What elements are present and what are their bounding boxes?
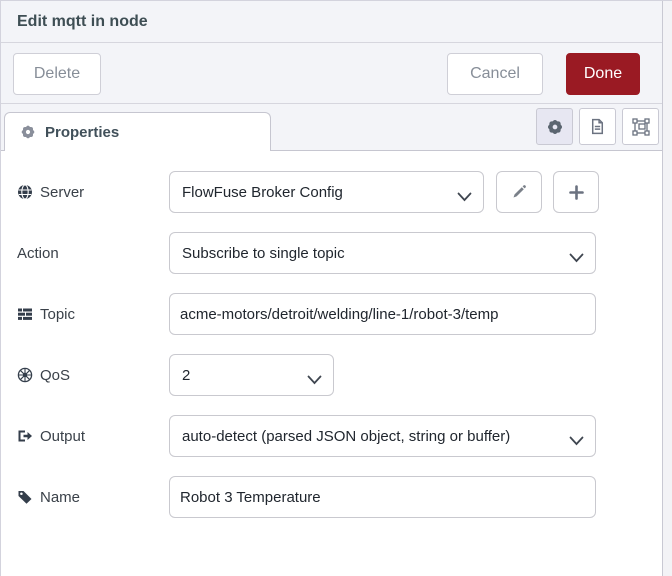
- server-row: Server FlowFuse Broker Config: [17, 171, 672, 213]
- sign-out-icon: [17, 428, 33, 444]
- tab-properties[interactable]: Properties: [4, 112, 271, 151]
- name-row: Name: [17, 476, 672, 518]
- selection-box-icon: [631, 117, 650, 136]
- action-row: Action Subscribe to single topic: [17, 232, 672, 274]
- server-select[interactable]: FlowFuse Broker Config: [169, 171, 484, 213]
- topic-label: Topic: [17, 306, 169, 323]
- dialog-action-bar: Delete Cancel Done: [1, 43, 672, 104]
- action-label: Action: [17, 244, 59, 262]
- chevron-down-icon: [457, 189, 472, 206]
- server-label: Server: [17, 184, 169, 201]
- name-label: Name: [17, 489, 169, 506]
- topic-row: Topic: [17, 293, 672, 335]
- document-icon: [589, 118, 606, 135]
- cancel-button[interactable]: Cancel: [447, 53, 543, 95]
- done-button[interactable]: Done: [566, 53, 640, 95]
- chevron-down-icon: [307, 372, 322, 389]
- plus-icon: [568, 184, 584, 200]
- name-input[interactable]: [169, 476, 596, 518]
- pencil-icon: [511, 184, 527, 200]
- editor-tab-bar: Properties: [1, 104, 672, 151]
- qos-row: QoS 2: [17, 354, 672, 396]
- delete-button[interactable]: Delete: [13, 53, 101, 95]
- toolbar-properties-button[interactable]: [536, 108, 573, 145]
- action-select[interactable]: Subscribe to single topic: [169, 232, 596, 274]
- output-label: Output: [17, 428, 169, 445]
- output-select[interactable]: auto-detect (parsed JSON object, string …: [169, 415, 596, 457]
- gear-icon: [546, 118, 564, 136]
- properties-form: Server FlowFuse Broker Config Action Sub…: [1, 151, 672, 518]
- qos-select[interactable]: 2: [169, 354, 334, 396]
- output-row: Output auto-detect (parsed JSON object, …: [17, 415, 672, 457]
- gear-icon: [20, 124, 36, 140]
- edit-node-dialog: Edit mqtt in node Delete Cancel Done Pro…: [0, 0, 672, 576]
- chevron-down-icon: [569, 433, 584, 450]
- globe-icon: [17, 184, 33, 200]
- dialog-title: Edit mqtt in node: [17, 12, 148, 30]
- tag-icon: [17, 489, 33, 505]
- add-server-button[interactable]: [553, 171, 599, 213]
- scrollbar[interactable]: [662, 1, 672, 576]
- toolbar-description-button[interactable]: [579, 108, 616, 145]
- qos-label: QoS: [17, 367, 169, 384]
- toolbar-appearance-button[interactable]: [622, 108, 659, 145]
- dialog-header: Edit mqtt in node: [1, 1, 672, 43]
- edit-server-button[interactable]: [496, 171, 542, 213]
- tab-properties-label: Properties: [45, 123, 120, 141]
- empire-icon: [17, 367, 33, 383]
- chevron-down-icon: [569, 250, 584, 267]
- tasks-icon: [17, 306, 33, 322]
- topic-input[interactable]: [169, 293, 596, 335]
